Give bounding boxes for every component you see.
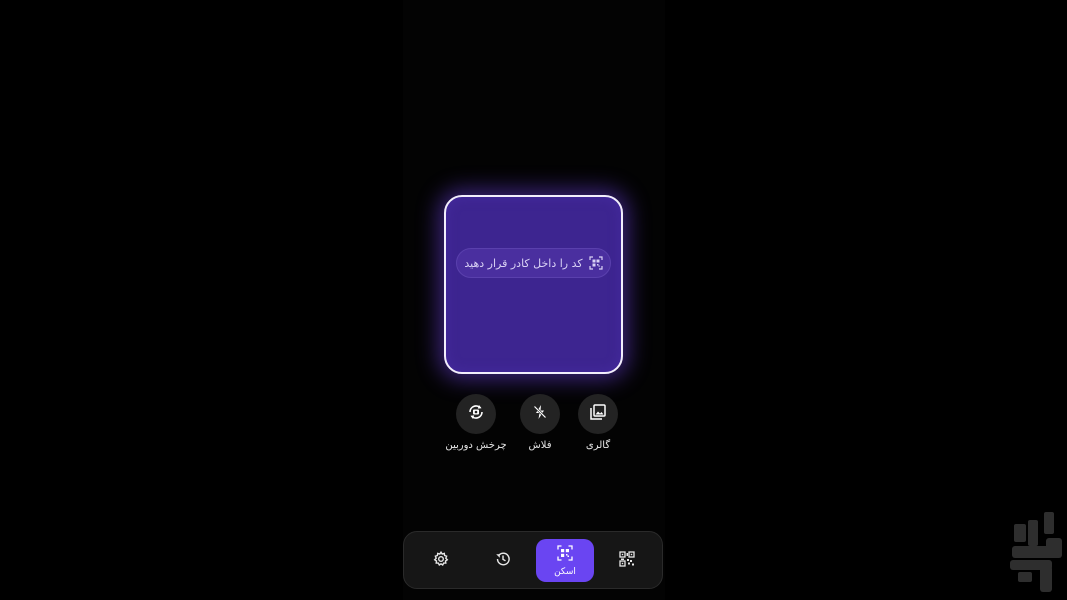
nav-history[interactable]	[488, 539, 518, 582]
nav-settings[interactable]	[426, 539, 456, 582]
scan-icon	[557, 544, 573, 565]
scan-frame: کد را داخل کادر قرار دهید	[444, 195, 623, 374]
rotate-camera-action[interactable]: چرخش دوربین	[445, 394, 507, 451]
qr-code-icon	[619, 550, 635, 571]
gallery-action[interactable]: گالری	[578, 394, 618, 451]
flash-button[interactable]	[520, 394, 560, 434]
camera-rotate-icon	[467, 403, 485, 425]
scan-hint: کد را داخل کادر قرار دهید	[456, 248, 611, 278]
nav-scan[interactable]: اسکن	[536, 539, 594, 582]
nav-scan-label: اسکن	[554, 566, 576, 577]
nav-qr-code[interactable]	[612, 539, 642, 582]
settings-icon	[433, 550, 449, 571]
gallery-button[interactable]	[578, 394, 618, 434]
qr-scan-icon	[589, 256, 603, 270]
flash-off-icon	[532, 404, 548, 424]
gallery-icon	[590, 404, 606, 424]
flash-action[interactable]: فلاش	[520, 394, 560, 451]
camera-screen: کد را داخل کادر قرار دهید چرخش دوربین فل…	[0, 0, 1067, 600]
store-logo	[1008, 510, 1066, 598]
bottom-nav: اسکن	[403, 531, 663, 589]
history-icon	[495, 551, 511, 571]
rotate-camera-label: چرخش دوربین	[445, 440, 507, 451]
rotate-camera-button[interactable]	[456, 394, 496, 434]
flash-label: فلاش	[528, 440, 552, 451]
scan-hint-text: کد را داخل کادر قرار دهید	[464, 256, 583, 270]
gallery-label: گالری	[585, 440, 611, 451]
